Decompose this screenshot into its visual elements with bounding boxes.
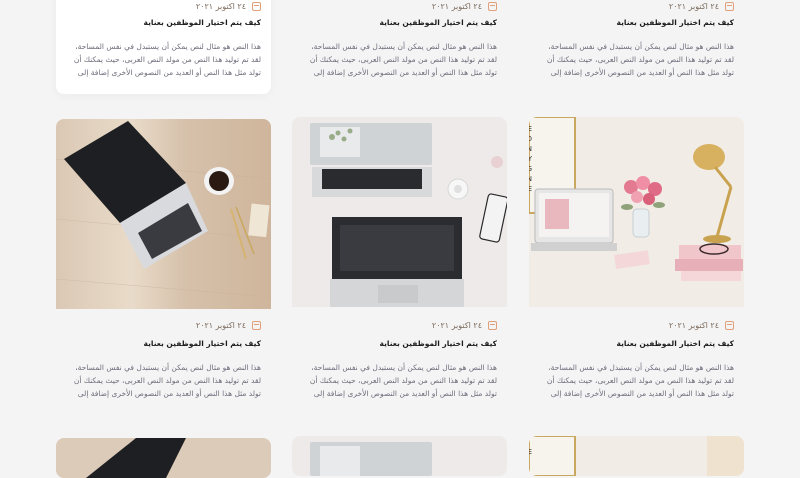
- laptop-on-wood-image: [56, 438, 271, 478]
- two-laptops-image: [292, 436, 507, 476]
- post-title[interactable]: كيف يتم اختيار الموظفين بعناية: [539, 339, 734, 348]
- post-title[interactable]: كيف يتم اختيار الموظفين بعناية: [66, 339, 261, 348]
- svg-text:OSSIBLE,: OSSIBLE,: [529, 185, 532, 193]
- blog-card-bottom-right[interactable]: YOU'VE: [529, 436, 744, 476]
- post-date: ٢٤ اكتوبر ٢٠٢١: [196, 321, 261, 330]
- svg-text:EARNING,: EARNING,: [529, 165, 532, 173]
- calendar-icon: [488, 2, 497, 11]
- post-date: ٢٤ اكتوبر ٢٠٢١: [669, 321, 734, 330]
- blog-card-mid-middle[interactable]: ٢٤ اكتوبر ٢٠٢١ كيف يتم اختيار الموظفين ب…: [292, 117, 507, 419]
- post-date-text: ٢٤ اكتوبر ٢٠٢١: [431, 321, 482, 330]
- post-date: ٢٤ اكتوبر ٢٠٢١: [432, 321, 497, 330]
- desk-flowers-image: YOU'VE: [529, 436, 744, 476]
- svg-text:YOU'VE: YOU'VE: [529, 448, 532, 456]
- desk-flowers-image: YOU'VERNEDIN ERSITYEARNING, AGINATIONOSS…: [529, 117, 744, 307]
- post-image[interactable]: [56, 438, 271, 478]
- calendar-icon: [488, 321, 497, 330]
- post-excerpt: هذا النص هو مثال لنص يمكن أن يستبدل في ن…: [73, 363, 261, 398]
- post-date: ٢٤ اكتوبر ٢٠٢١: [669, 2, 734, 11]
- post-excerpt: هذا النص هو مثال لنص يمكن أن يستبدل في ن…: [309, 363, 497, 398]
- blog-card-bottom-middle[interactable]: [292, 436, 507, 476]
- blog-card-top-middle[interactable]: ٢٤ اكتوبر ٢٠٢١ كيف يتم اختيار الموظفين ب…: [292, 0, 507, 94]
- svg-text:RNED: RNED: [529, 135, 532, 143]
- post-title[interactable]: كيف يتم اختيار الموظفين بعناية: [539, 18, 734, 27]
- post-image[interactable]: [292, 436, 507, 476]
- blog-card-top-left[interactable]: ٢٤ اكتوبر ٢٠٢١ كيف يتم اختيار الموظفين ب…: [56, 0, 271, 94]
- post-title[interactable]: كيف يتم اختيار الموظفين بعناية: [302, 339, 497, 348]
- post-title[interactable]: كيف يتم اختيار الموظفين بعناية: [302, 18, 497, 27]
- post-date-text: ٢٤ اكتوبر ٢٠٢١: [195, 321, 246, 330]
- post-excerpt: هذا النص هو مثال لنص يمكن أن يستبدل في ن…: [546, 42, 734, 77]
- post-image[interactable]: YOU'VE: [529, 436, 744, 476]
- blog-card-top-right[interactable]: ٢٤ اكتوبر ٢٠٢١ كيف يتم اختيار الموظفين ب…: [529, 0, 744, 94]
- post-excerpt: هذا النص هو مثال لنص يمكن أن يستبدل في ن…: [73, 42, 261, 77]
- calendar-icon: [725, 2, 734, 11]
- svg-text:AGINATION: AGINATION: [529, 175, 532, 183]
- post-excerpt: هذا النص هو مثال لنص يمكن أن يستبدل في ن…: [309, 42, 497, 77]
- blog-card-bottom-left[interactable]: [56, 438, 271, 478]
- post-date-text: ٢٤ اكتوبر ٢٠٢١: [668, 2, 719, 11]
- post-image[interactable]: [292, 117, 507, 307]
- calendar-icon: [252, 321, 261, 330]
- blog-card-mid-right[interactable]: YOU'VERNEDIN ERSITYEARNING, AGINATIONOSS…: [529, 117, 744, 419]
- post-date-text: ٢٤ اكتوبر ٢٠٢١: [668, 321, 719, 330]
- blog-card-mid-left[interactable]: ٢٤ اكتوبر ٢٠٢١ كيف يتم اختيار الموظفين ب…: [56, 119, 271, 419]
- laptop-on-wood-image: [56, 119, 271, 309]
- post-title[interactable]: كيف يتم اختيار الموظفين بعناية: [66, 18, 261, 27]
- svg-text:YOU'VE: YOU'VE: [529, 125, 532, 133]
- post-image[interactable]: [56, 119, 271, 309]
- post-date: ٢٤ اكتوبر ٢٠٢١: [196, 2, 261, 11]
- post-excerpt: هذا النص هو مثال لنص يمكن أن يستبدل في ن…: [546, 363, 734, 398]
- svg-text:IN: IN: [529, 145, 532, 153]
- post-date-text: ٢٤ اكتوبر ٢٠٢١: [431, 2, 482, 11]
- post-date: ٢٤ اكتوبر ٢٠٢١: [432, 2, 497, 11]
- two-laptops-image: [292, 117, 507, 307]
- post-image[interactable]: YOU'VERNEDIN ERSITYEARNING, AGINATIONOSS…: [529, 117, 744, 307]
- calendar-icon: [725, 321, 734, 330]
- post-date-text: ٢٤ اكتوبر ٢٠٢١: [195, 2, 246, 11]
- calendar-icon: [252, 2, 261, 11]
